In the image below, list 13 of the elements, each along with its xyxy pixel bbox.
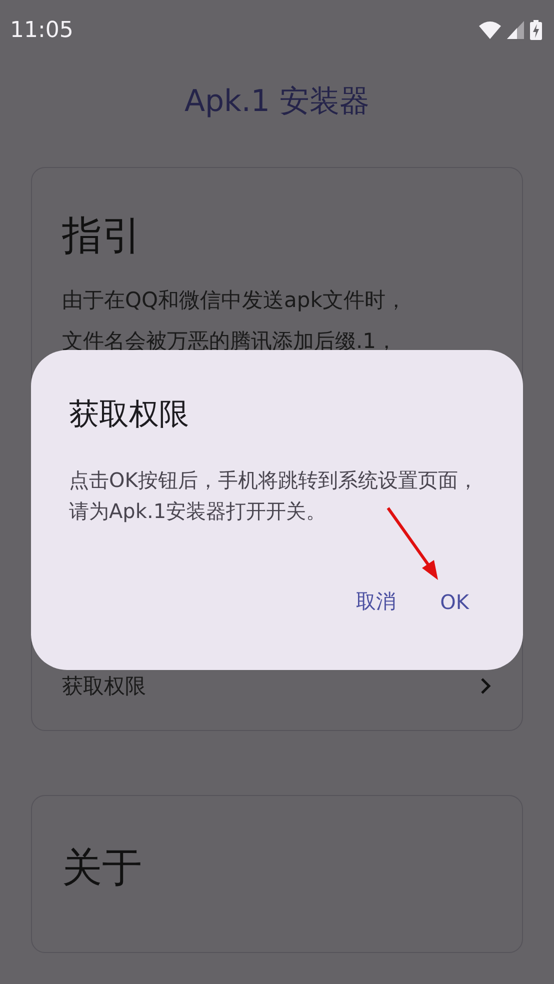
chevron-right-icon [480, 677, 492, 695]
battery-icon [530, 20, 542, 40]
card-title: 关于 [62, 844, 143, 893]
signal-icon [507, 21, 524, 39]
dialog-button[interactable]: OK [440, 588, 469, 615]
card-title: 指引 [62, 212, 143, 261]
dialog-message: 点击OK按钮后，手机将跳转到系统设置页面，请为Apk.1安装器打开开关。 [69, 467, 479, 525]
app-title: Apk.1 安装器 [183, 83, 371, 121]
dialog-title: 获取权限 [69, 396, 190, 434]
status-time: 11:05 [10, 18, 74, 42]
guide-text: 由于在QQ和微信中发送apk文件时， [62, 287, 408, 314]
wifi-icon [479, 21, 501, 39]
dialog-button[interactable]: 取消 [356, 588, 396, 615]
